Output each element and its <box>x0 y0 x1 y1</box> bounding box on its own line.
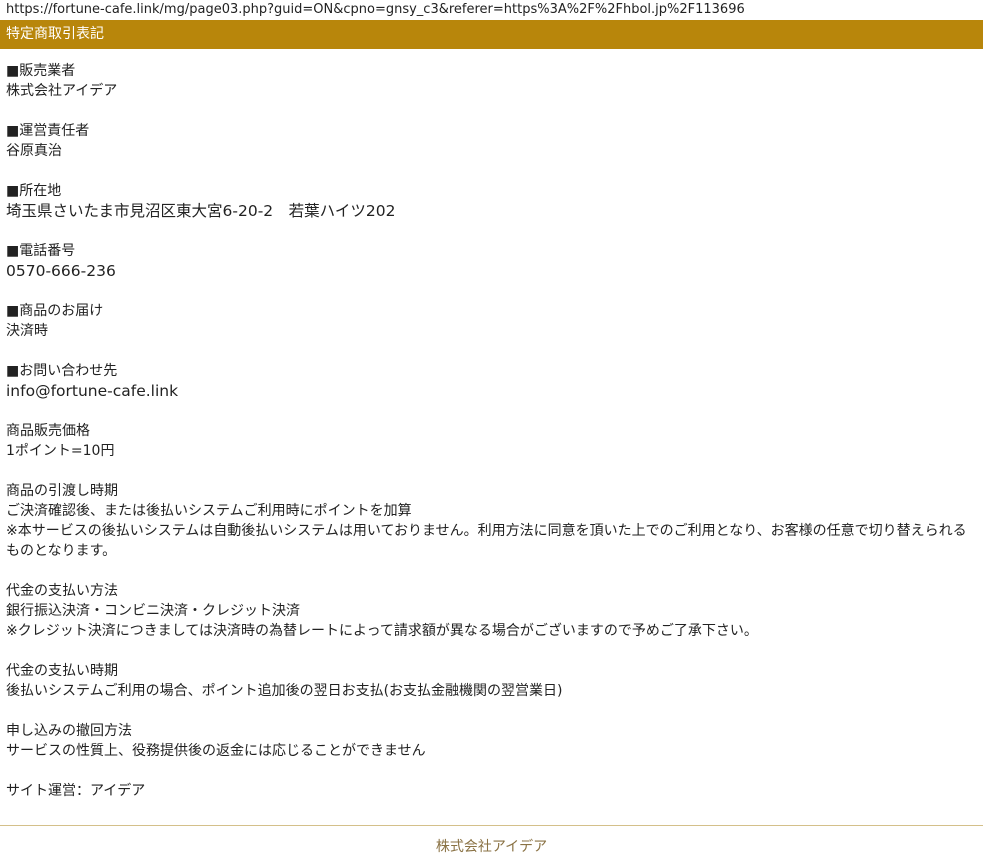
section-heading: ■電話番号 <box>6 243 76 259</box>
section-payment-timing: 代金の支払い時期 後払いシステムご利用の場合、ポイント追加後の翌日お支払(お支払… <box>6 661 977 701</box>
section-contact: ■お問い合わせ先 info@fortune-cafe.link <box>6 361 977 401</box>
section-operator: サイト運営：アイデア <box>6 781 977 801</box>
section-body: サービスの性質上、役務提供後の返金には応じることができません <box>6 743 426 759</box>
section-phone: ■電話番号 0570-666-236 <box>6 241 977 281</box>
section-cancellation: 申し込みの撤回方法 サービスの性質上、役務提供後の返金には応じることができません <box>6 721 977 761</box>
section-address: ■所在地 埼玉県さいたま市見沼区東大宮6-20-2 若葉ハイツ202 <box>6 181 977 221</box>
footer: 株式会社アイデア <box>0 825 983 856</box>
section-note: ※クレジット決済につきましては決済時の為替レートによって請求額が異なる場合がござ… <box>6 623 758 639</box>
section-body: 銀行振込決済・コンビニ決済・クレジット決済 <box>6 603 300 619</box>
url-text: https://fortune-cafe.link/mg/page03.php?… <box>6 2 745 17</box>
page-title: 特定商取引表記 <box>0 20 983 49</box>
section-manager: ■運営責任者 谷原真治 <box>6 121 977 161</box>
section-heading: ■販売業者 <box>6 63 76 79</box>
section-heading: 申し込みの撤回方法 <box>6 723 132 739</box>
section-body: 後払いシステムご利用の場合、ポイント追加後の翌日お支払(お支払金融機関の翌営業日… <box>6 683 563 699</box>
section-payment-method: 代金の支払い方法 銀行振込決済・コンビニ決済・クレジット決済 ※クレジット決済に… <box>6 581 977 641</box>
section-body: ご決済確認後、または後払いシステムご利用時にポイントを加算 <box>6 503 412 519</box>
section-handover: 商品の引渡し時期 ご決済確認後、または後払いシステムご利用時にポイントを加算 ※… <box>6 481 977 561</box>
section-body: 株式会社アイデア <box>6 83 118 99</box>
section-body: 1ポイント=10円 <box>6 443 115 459</box>
section-delivery: ■商品のお届け 決済時 <box>6 301 977 341</box>
main-content: ■販売業者 株式会社アイデア ■運営責任者 谷原真治 ■所在地 埼玉県さいたま市… <box>0 49 983 801</box>
section-heading: 代金の支払い時期 <box>6 663 118 679</box>
footer-company-name: 株式会社アイデア <box>435 839 548 855</box>
section-body: 埼玉県さいたま市見沼区東大宮6-20-2 若葉ハイツ202 <box>6 202 396 220</box>
section-heading: 商品の引渡し時期 <box>6 483 118 499</box>
phone-number: 0570-666-236 <box>6 262 116 280</box>
contact-email: info@fortune-cafe.link <box>6 382 179 400</box>
section-heading: ■運営責任者 <box>6 123 90 139</box>
section-heading: ■商品のお届け <box>6 303 104 319</box>
section-heading: ■所在地 <box>6 183 62 199</box>
site-operator: サイト運営：アイデア <box>6 783 146 799</box>
section-price: 商品販売価格 1ポイント=10円 <box>6 421 977 461</box>
section-body: 決済時 <box>6 323 48 339</box>
section-heading: ■お問い合わせ先 <box>6 363 118 379</box>
section-body: 谷原真治 <box>6 143 62 159</box>
section-heading: 商品販売価格 <box>6 423 90 439</box>
section-seller: ■販売業者 株式会社アイデア <box>6 61 977 101</box>
section-heading: 代金の支払い方法 <box>6 583 118 599</box>
section-note: ※本サービスの後払いシステムは自動後払いシステムは用いておりません。利用方法に同… <box>6 523 967 559</box>
